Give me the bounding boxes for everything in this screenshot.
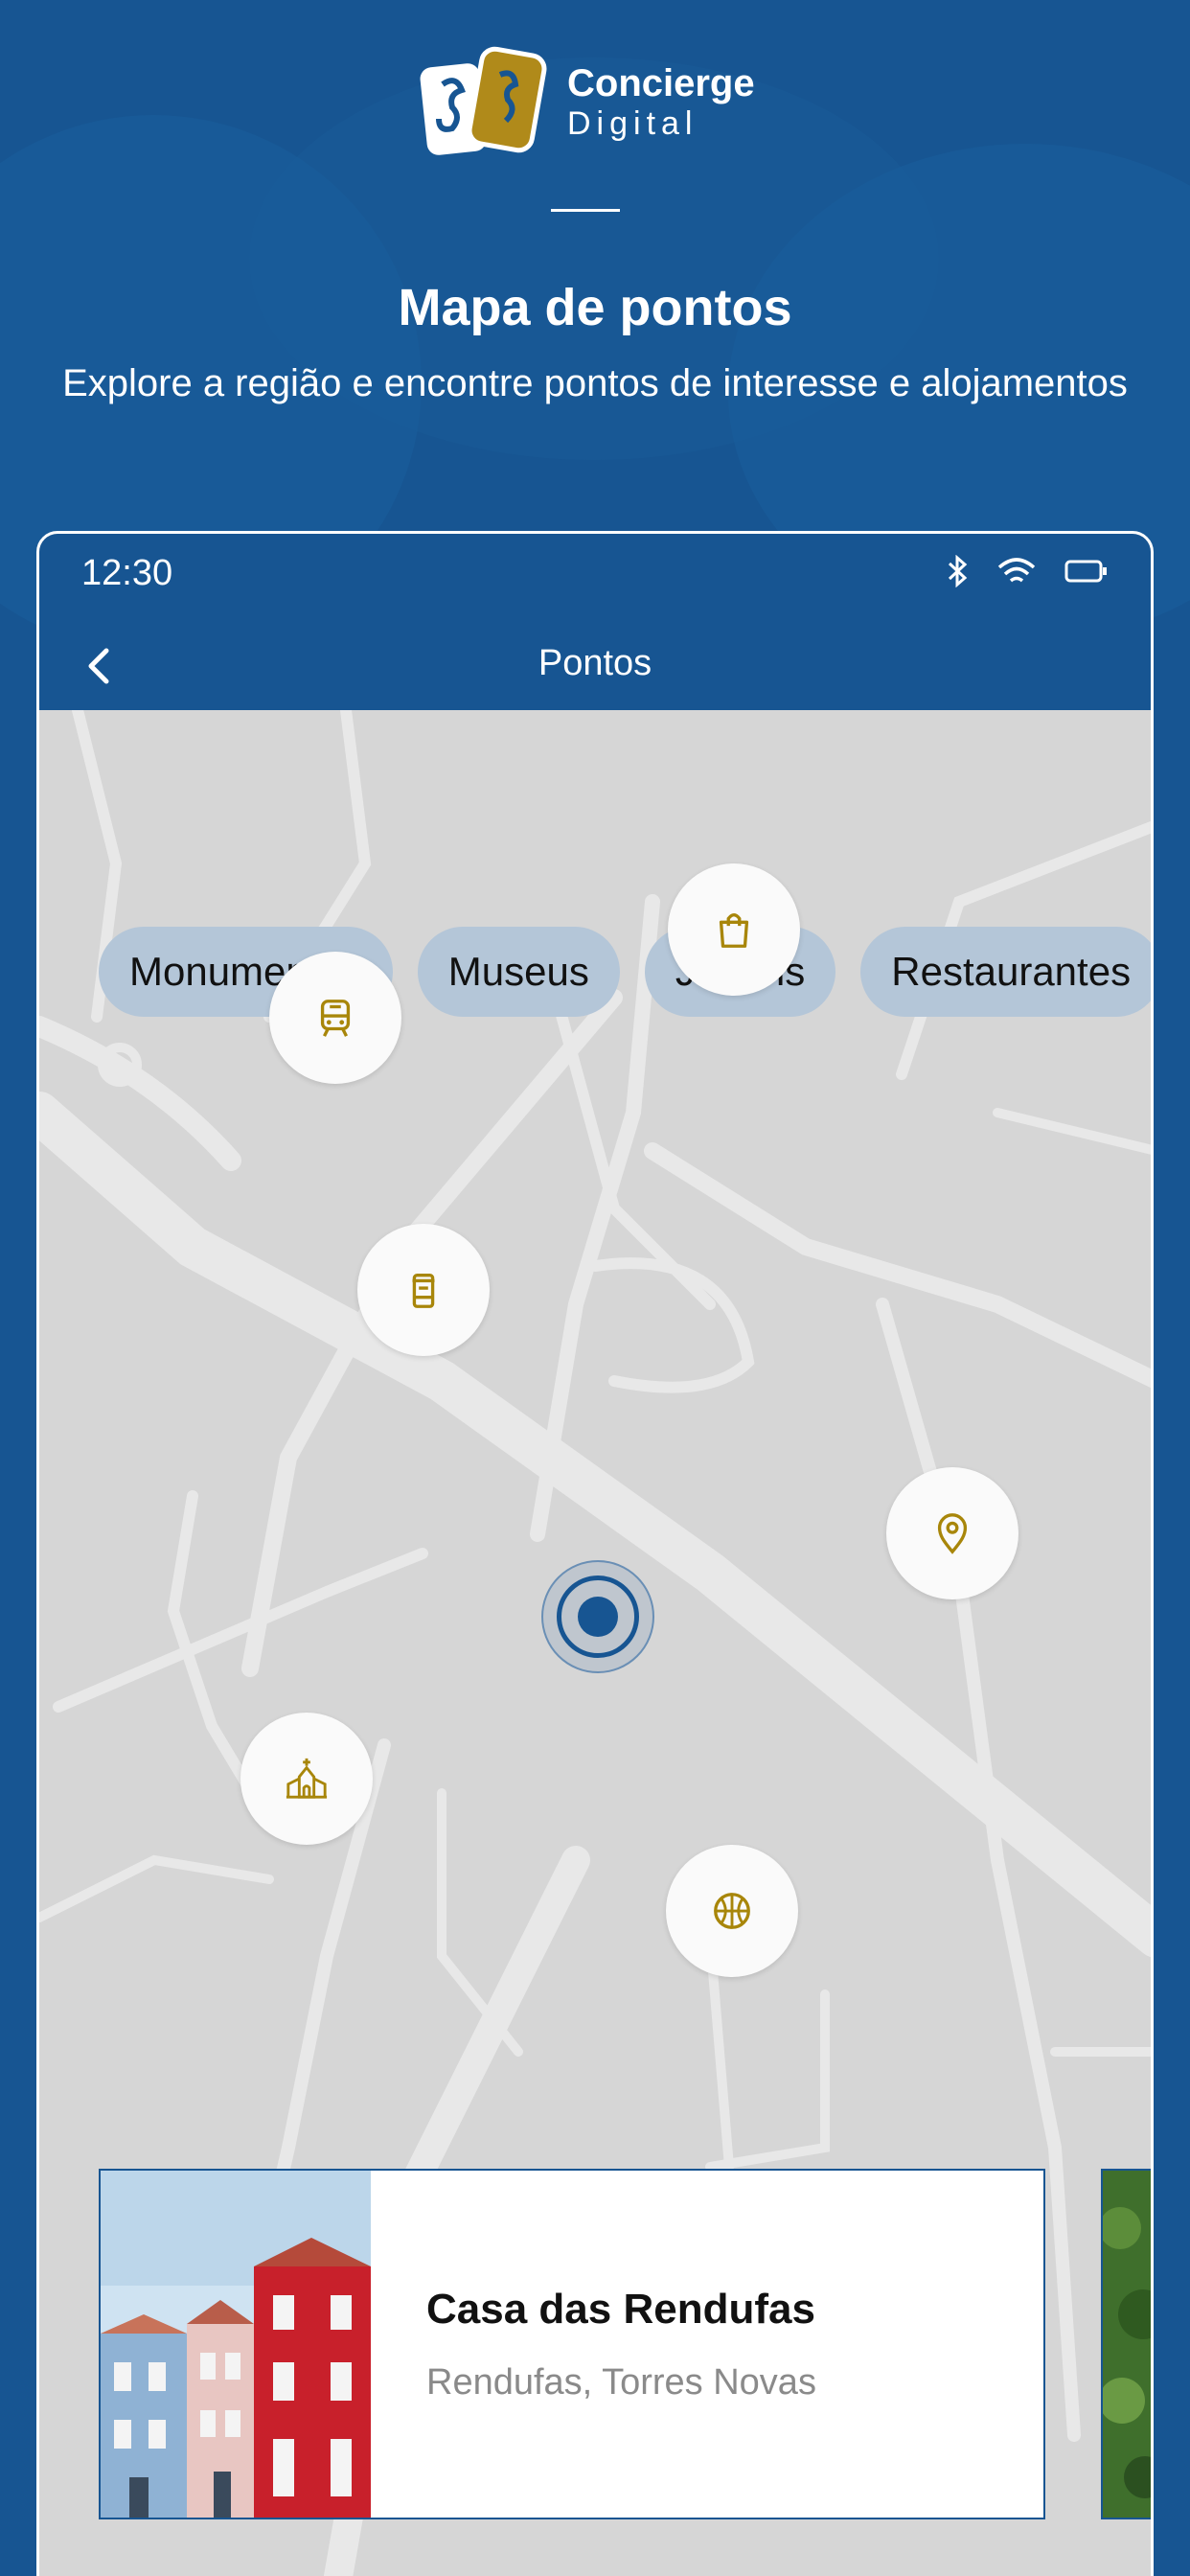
brand-title: Concierge: [567, 62, 755, 104]
header-divider: [551, 209, 620, 212]
phone-mockup: 12:30 Pontos Monumentos Museus Restauran…: [36, 531, 1154, 2576]
next-card-preview[interactable]: [1101, 2169, 1151, 2519]
page-title: Mapa de pontos: [398, 279, 792, 336]
card-location: Rendufas, Torres Novas: [426, 2362, 816, 2403]
location-pin-icon: [937, 1513, 968, 1554]
app-bar: Pontos: [39, 620, 1151, 710]
brand-subtitle: Digital: [567, 105, 698, 142]
status-time: 12:30: [81, 553, 173, 593]
map-pin-sports[interactable]: [666, 1845, 798, 1977]
logo-mark-icon: [416, 46, 550, 159]
wifi-icon: [995, 556, 1038, 591]
train-icon: [320, 1000, 351, 1037]
map-pin-location[interactable]: [886, 1467, 1018, 1599]
chip-restaurantes[interactable]: Restaurantes: [860, 927, 1151, 1017]
map-pin-church[interactable]: [240, 1713, 373, 1845]
basketball-icon: [714, 1893, 750, 1929]
map-pin-mailbox[interactable]: [357, 1224, 490, 1356]
accommodation-card[interactable]: Casa das Rendufas Rendufas, Torres Novas: [99, 2169, 1045, 2519]
chip-museus[interactable]: Museus: [417, 927, 620, 1017]
status-bar: 12:30: [39, 534, 1151, 620]
shopping-bag-icon: [719, 913, 749, 948]
brand-logo: Concierge Digital: [416, 46, 755, 159]
current-location-marker: [541, 1560, 654, 1673]
mailbox-icon: [412, 1273, 435, 1308]
page-subtitle: Explore a região e encontre pontos de in…: [62, 362, 1128, 404]
card-image: [101, 2171, 371, 2518]
church-icon: [286, 1758, 328, 1799]
map-pin-train[interactable]: [269, 952, 401, 1084]
map-pin-shopping[interactable]: [668, 863, 800, 996]
battery-icon: [1064, 558, 1109, 589]
appbar-title: Pontos: [538, 643, 652, 683]
bluetooth-icon: [948, 554, 969, 592]
card-title: Casa das Rendufas: [426, 2286, 815, 2333]
filter-chips: Monumentos Museus Jardins Restaurantes: [99, 927, 1151, 1017]
